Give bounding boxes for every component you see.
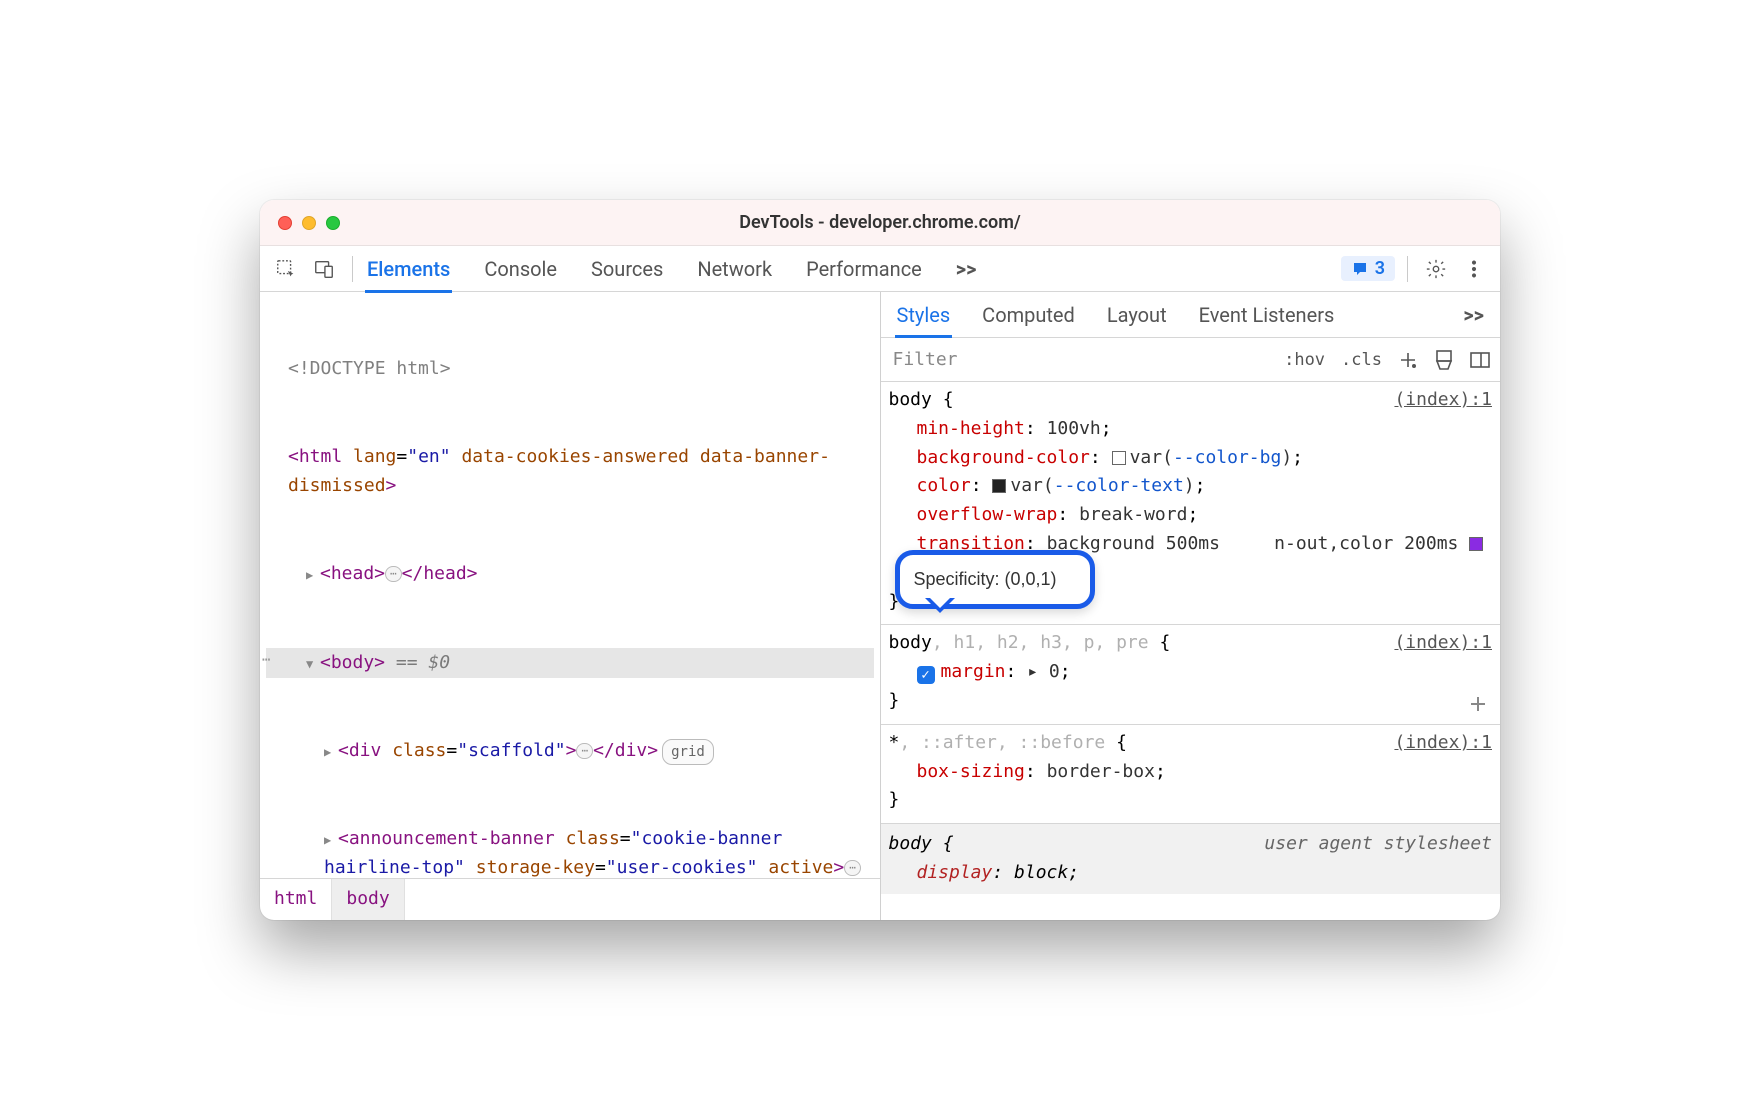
inspect-element-icon[interactable] xyxy=(270,253,302,285)
new-style-rule-icon[interactable] xyxy=(1396,348,1420,372)
close-window-button[interactable] xyxy=(278,216,292,230)
dom-breadcrumb: html body xyxy=(260,878,880,920)
divider xyxy=(1407,256,1408,282)
styles-filter-row: :hov .cls xyxy=(881,338,1501,382)
main-toolbar: Elements Console Sources Network Perform… xyxy=(260,246,1500,292)
tab-sources[interactable]: Sources xyxy=(589,249,665,289)
hov-toggle[interactable]: :hov xyxy=(1282,348,1327,372)
styles-tabs-overflow[interactable]: >> xyxy=(1461,293,1486,337)
dom-announcement-banner[interactable]: ▶<announcement-banner class="cookie-bann… xyxy=(266,824,874,878)
stab-event-listeners[interactable]: Event Listeners xyxy=(1197,293,1337,337)
css-rule[interactable]: body, h1, h2, h3, p, pre { (index):1 ✓ma… xyxy=(881,625,1501,724)
issues-badge[interactable]: 3 xyxy=(1341,256,1395,281)
tab-elements[interactable]: Elements xyxy=(365,249,452,289)
device-toggle-icon[interactable] xyxy=(308,253,340,285)
panel-tabs: Elements Console Sources Network Perform… xyxy=(365,249,978,289)
stab-computed[interactable]: Computed xyxy=(980,293,1077,337)
styles-rules: body { (index):1 min-height: 100vh; back… xyxy=(881,382,1501,920)
more-icon[interactable] xyxy=(1458,253,1490,285)
issues-count: 3 xyxy=(1375,258,1385,279)
settings-icon[interactable] xyxy=(1420,253,1452,285)
dom-pane: <!DOCTYPE html> <html lang="en" data-coo… xyxy=(260,292,881,920)
traffic-lights xyxy=(278,216,340,230)
cls-toggle[interactable]: .cls xyxy=(1339,348,1384,372)
minimize-window-button[interactable] xyxy=(302,216,316,230)
breadcrumb-html[interactable]: html xyxy=(260,879,332,920)
tabs-overflow[interactable]: >> xyxy=(954,249,979,289)
breadcrumb-body[interactable]: body xyxy=(332,879,404,920)
rule-source-link[interactable]: (index):1 xyxy=(1394,729,1492,758)
paintbrush-icon[interactable] xyxy=(1432,348,1456,372)
color-swatch-icon[interactable] xyxy=(992,479,1006,493)
specificity-tooltip: Specificity: (0,0,1) xyxy=(895,550,1095,609)
styles-tabs: Styles Computed Layout Event Listeners >… xyxy=(881,292,1501,338)
ellipsis-icon: ⋯ xyxy=(385,566,402,582)
ellipsis-icon: ⋯ xyxy=(576,743,593,759)
dom-div-scaffold[interactable]: ▶<div class="scaffold">⋯</div>grid xyxy=(266,736,874,767)
layout-badge[interactable]: grid xyxy=(662,739,714,765)
checkbox-icon[interactable]: ✓ xyxy=(917,666,935,684)
easing-swatch-icon[interactable] xyxy=(1469,537,1483,551)
rule-source-link[interactable]: (index):1 xyxy=(1394,629,1492,658)
color-swatch-icon[interactable] xyxy=(1112,451,1126,465)
dom-head[interactable]: ▶<head>⋯</head> xyxy=(266,559,874,590)
user-agent-rule: body { user agent stylesheet display: bl… xyxy=(881,824,1501,894)
css-rule[interactable]: *, ::after, ::before { (index):1 box-siz… xyxy=(881,725,1501,824)
maximize-window-button[interactable] xyxy=(326,216,340,230)
add-declaration-icon[interactable] xyxy=(1466,692,1490,716)
tab-console[interactable]: Console xyxy=(482,249,559,289)
styles-filter-input[interactable] xyxy=(889,343,1271,376)
tab-network[interactable]: Network xyxy=(695,249,774,289)
divider xyxy=(352,256,353,282)
content-row: <!DOCTYPE html> <html lang="en" data-coo… xyxy=(260,292,1500,920)
devtools-window: DevTools - developer.chrome.com/ Element… xyxy=(260,200,1500,920)
rule-source-link[interactable]: (index):1 xyxy=(1394,386,1492,415)
sidebar-toggle-icon[interactable] xyxy=(1468,348,1492,372)
tab-performance[interactable]: Performance xyxy=(804,249,924,289)
titlebar: DevTools - developer.chrome.com/ xyxy=(260,200,1500,246)
dom-body-open[interactable]: ▼<body> == $0 xyxy=(266,648,874,679)
stab-layout[interactable]: Layout xyxy=(1105,293,1169,337)
dom-html-open[interactable]: <html lang="en" data-cookies-answered da… xyxy=(266,442,874,502)
window-title: DevTools - developer.chrome.com/ xyxy=(260,212,1500,233)
ellipsis-icon: ⋯ xyxy=(844,860,861,876)
stab-styles[interactable]: Styles xyxy=(895,293,953,337)
dom-tree[interactable]: <!DOCTYPE html> <html lang="en" data-coo… xyxy=(260,292,880,878)
styles-pane: Styles Computed Layout Event Listeners >… xyxy=(881,292,1501,920)
dom-doctype[interactable]: <!DOCTYPE html> xyxy=(266,354,874,385)
